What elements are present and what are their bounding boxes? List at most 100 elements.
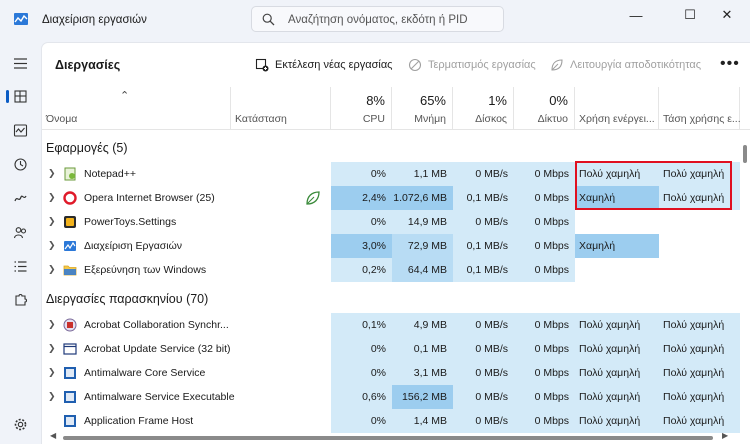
title-bar: Διαχείριση εργασιών — ☐ ✕ xyxy=(0,0,750,42)
table-row[interactable]: ❯ Διαχείριση Εργασιών 3,0% 72,9 MB 0,1 M… xyxy=(42,234,750,258)
column-power-trend-label: Τάση χρήσης ε... xyxy=(663,113,741,125)
memory-cell: 1,4 MB xyxy=(392,409,453,433)
nav-services[interactable] xyxy=(4,285,36,313)
process-name: Application Frame Host xyxy=(84,415,194,427)
column-header-disk[interactable]: 1% Δίσκος xyxy=(453,87,514,129)
chevron-right-icon[interactable]: ❯ xyxy=(48,240,56,251)
search-icon xyxy=(262,13,275,26)
task-manager-app-icon xyxy=(14,13,28,25)
column-disk-label: Δίσκος xyxy=(475,113,507,125)
more-options-button[interactable]: ••• xyxy=(720,55,740,73)
scroll-left-arrow-icon[interactable]: ◀ xyxy=(50,431,56,440)
end-task-button[interactable]: Τερματισμός εργασίας xyxy=(408,57,536,73)
service-icon xyxy=(64,415,76,427)
active-indicator xyxy=(6,90,9,103)
disk-cell: 0 MB/s xyxy=(453,361,514,385)
power-trend-cell xyxy=(659,234,740,258)
disk-cell: 0,1 MB/s xyxy=(453,186,514,210)
power-trend-cell xyxy=(659,258,740,282)
column-header-memory[interactable]: 65% Μνήμη xyxy=(392,87,453,129)
group-header-background[interactable]: Διεργασίες παρασκηνίου (70) xyxy=(42,287,750,311)
memory-cell: 0,1 MB xyxy=(392,337,453,361)
power-cell: Πολύ χαμηλή xyxy=(575,337,659,361)
scroll-right-arrow-icon[interactable]: ▶ xyxy=(722,431,728,440)
chevron-right-icon[interactable]: ❯ xyxy=(48,367,56,378)
process-name: Antimalware Core Service xyxy=(84,367,206,379)
cpu-cell: 0,2% xyxy=(331,258,392,282)
close-button[interactable]: ✕ xyxy=(704,0,750,30)
nav-settings[interactable] xyxy=(4,410,36,438)
task-manager-icon xyxy=(64,241,76,251)
processes-icon xyxy=(13,89,27,103)
table-row[interactable]: ❯ Antimalware Core Service 0% 3,1 MB 0 M… xyxy=(42,361,750,385)
minimize-button[interactable]: — xyxy=(613,0,659,30)
search-input[interactable] xyxy=(288,11,498,28)
startup-icon xyxy=(13,195,27,201)
efficiency-leaf-icon xyxy=(306,191,320,205)
chevron-right-icon[interactable]: ❯ xyxy=(48,319,56,330)
memory-cell: 1,1 MB xyxy=(392,162,453,186)
column-header-power-trend[interactable]: Τάση χρήσης ε... xyxy=(659,87,741,129)
network-cell: 0 Mbps xyxy=(514,210,575,234)
acrobat-sync-icon xyxy=(63,318,77,332)
table-row[interactable]: ❯ Acrobat Collaboration Synchr... 0,1% 4… xyxy=(42,313,750,337)
horizontal-scrollbar[interactable]: ◀ ▶ xyxy=(42,431,750,444)
table-row[interactable]: Application Frame Host 0% 1,4 MB 0 MB/s … xyxy=(42,409,750,433)
nav-startup-apps[interactable] xyxy=(4,184,36,212)
power-trend-cell: Πολύ χαμηλή xyxy=(659,385,740,409)
table-row[interactable]: ❯ Acrobat Update Service (32 bit) 0% 0,1… xyxy=(42,337,750,361)
efficiency-mode-button[interactable]: Λειτουργία αποδοτικότητας xyxy=(550,57,701,73)
vertical-scroll-thumb[interactable] xyxy=(743,145,747,163)
process-name: Διαχείριση Εργασιών xyxy=(84,240,183,252)
process-name-cell: ❯ Acrobat Collaboration Synchr... xyxy=(42,313,231,337)
folder-icon xyxy=(63,265,77,276)
chevron-right-icon[interactable]: ❯ xyxy=(48,192,56,203)
users-icon xyxy=(13,226,26,238)
power-cell xyxy=(575,258,659,282)
details-list-icon xyxy=(14,260,26,272)
column-name-label: Όνομα xyxy=(46,113,78,125)
column-network-label: Δίκτυο xyxy=(537,113,568,125)
column-power-label: Χρήση ενέργει... xyxy=(579,113,655,125)
column-header-status[interactable]: Κατάσταση xyxy=(231,87,331,129)
memory-cell: 72,9 MB xyxy=(392,234,453,258)
process-name: Opera Internet Browser (25) xyxy=(84,192,215,204)
toolbar: Διεργασίες Εκτέλεση νέας εργασίας Τερματ… xyxy=(42,43,750,87)
chevron-right-icon[interactable]: ❯ xyxy=(48,391,56,402)
run-new-task-button[interactable]: Εκτέλεση νέας εργασίας xyxy=(255,57,393,73)
column-header-network[interactable]: 0% Δίκτυο xyxy=(514,87,575,129)
chevron-right-icon[interactable]: ❯ xyxy=(48,216,56,227)
column-header-name[interactable]: ⌃ Όνομα xyxy=(42,87,231,129)
cpu-cell: 0% xyxy=(331,337,392,361)
group-apps-fill xyxy=(331,136,575,160)
group-header-apps[interactable]: Εφαρμογές (5) xyxy=(42,136,750,160)
column-header-power-usage[interactable]: Χρήση ενέργει... xyxy=(575,87,659,129)
hamburger-menu-button[interactable] xyxy=(4,49,36,77)
column-header-cpu[interactable]: 8% CPU xyxy=(331,87,392,129)
chevron-right-icon[interactable]: ❯ xyxy=(48,343,56,354)
cpu-cell: 2,4% xyxy=(331,186,392,210)
cpu-total: 8% xyxy=(366,93,385,108)
process-name-cell: ❯ Acrobat Update Service (32 bit) xyxy=(42,337,231,361)
vertical-scrollbar[interactable] xyxy=(740,131,750,431)
end-task-icon xyxy=(408,58,422,72)
nav-performance[interactable] xyxy=(4,116,36,144)
table-row[interactable]: ❯ Antimalware Service Executable 0,6% 15… xyxy=(42,385,750,409)
process-name-cell: ❯ Antimalware Service Executable xyxy=(42,385,235,409)
nav-app-history[interactable] xyxy=(4,150,36,178)
network-cell: 0 Mbps xyxy=(514,234,575,258)
header-divider xyxy=(42,129,750,130)
nav-details[interactable] xyxy=(4,252,36,280)
opera-icon xyxy=(63,191,77,205)
chevron-right-icon[interactable]: ❯ xyxy=(48,168,56,179)
horizontal-scroll-thumb[interactable] xyxy=(63,436,713,440)
chevron-right-icon[interactable]: ❯ xyxy=(48,264,56,275)
gear-icon xyxy=(14,418,26,430)
search-box[interactable] xyxy=(251,6,504,32)
table-row[interactable]: ❯ PowerToys.Settings 0% 14,9 MB 0 MB/s 0… xyxy=(42,210,750,234)
nav-processes[interactable] xyxy=(4,82,36,110)
table-row[interactable]: ❯ Εξερεύνηση των Windows 0,2% 64,4 MB 0,… xyxy=(42,258,750,282)
nav-users[interactable] xyxy=(4,218,36,246)
cpu-cell: 0% xyxy=(331,361,392,385)
process-name-cell: ❯ PowerToys.Settings xyxy=(42,210,231,234)
